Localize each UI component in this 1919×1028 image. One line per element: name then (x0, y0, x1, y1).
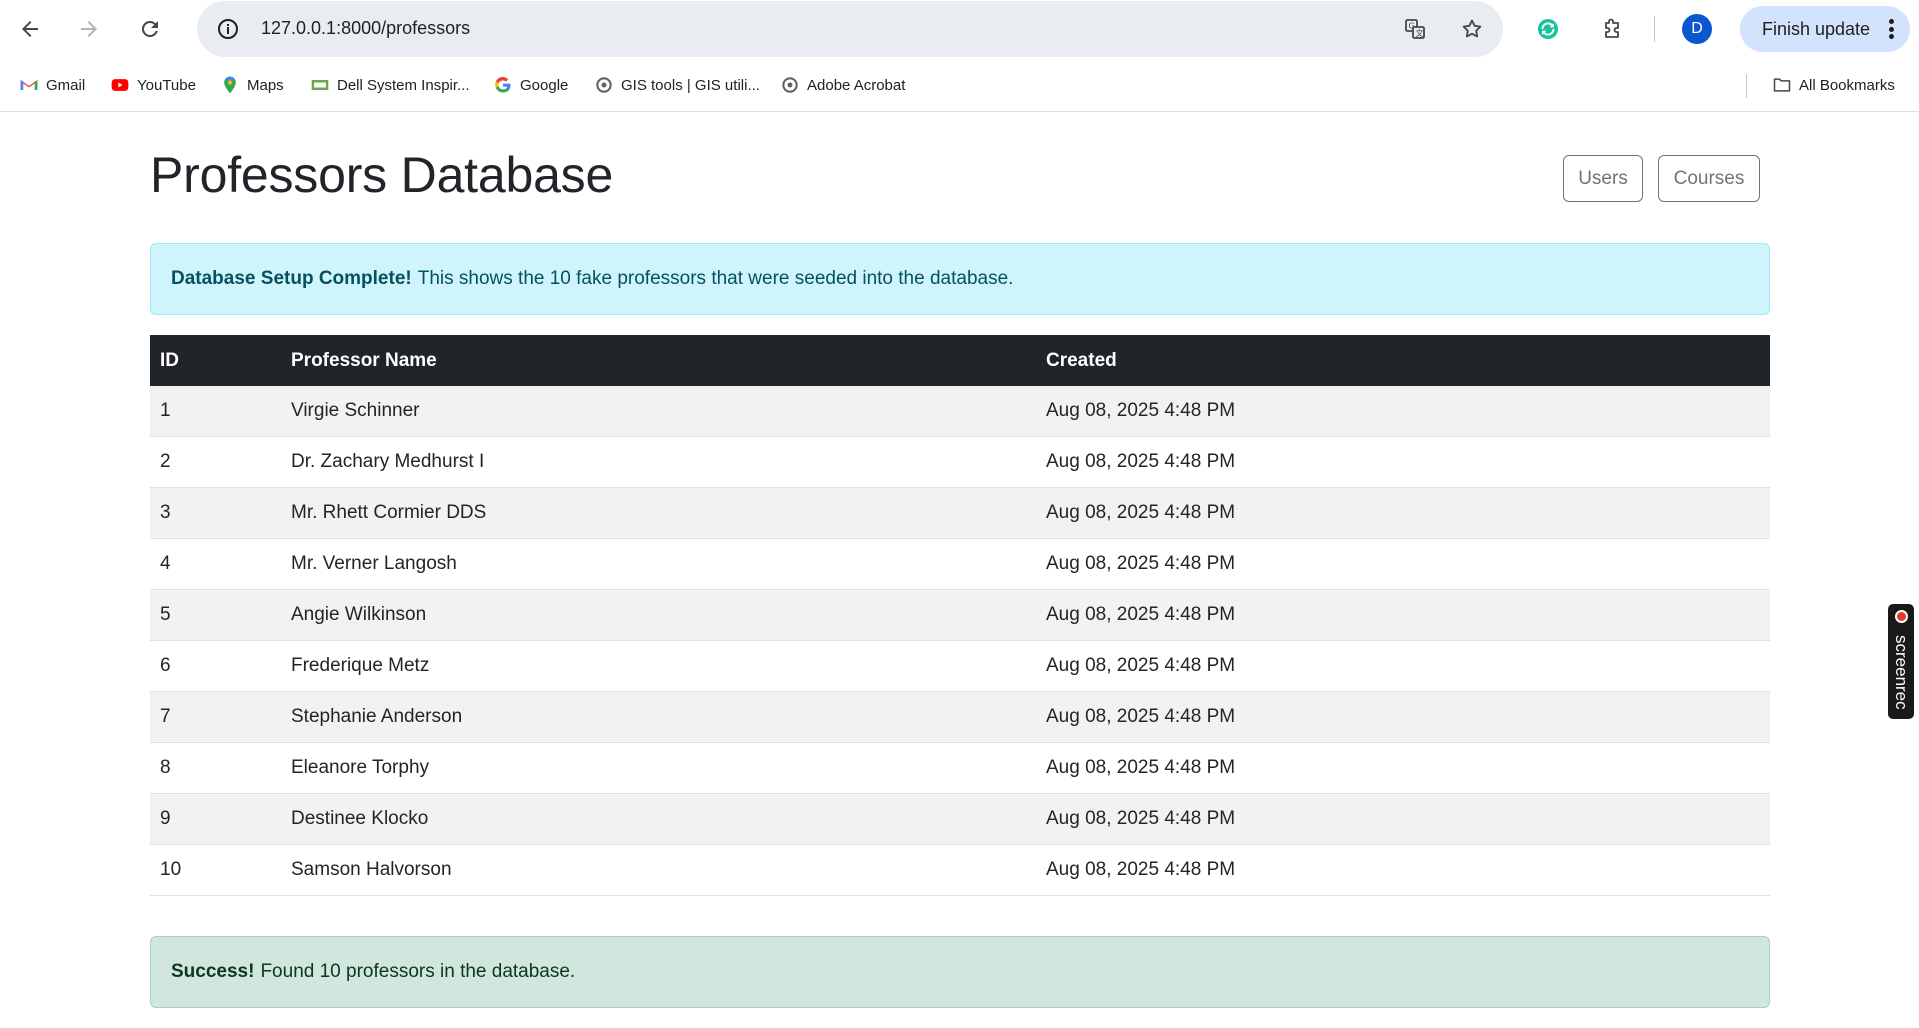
bookmark-google[interactable]: Google (493, 74, 568, 96)
cell-id: 5 (160, 604, 171, 625)
cell-created: Aug 08, 2025 4:48 PM (1046, 451, 1236, 472)
cell-name: Destinee Klocko (291, 808, 429, 829)
cell-created: Aug 08, 2025 4:48 PM (1046, 502, 1236, 523)
gmail-icon (19, 75, 39, 95)
table-row: 7 Stephanie Anderson Aug 08, 2025 4:48 P… (150, 692, 1770, 743)
cell-name: Samson Halvorson (291, 859, 452, 880)
record-icon (1895, 610, 1908, 623)
cell-created: Aug 08, 2025 4:48 PM (1046, 400, 1236, 421)
folder-icon (1772, 75, 1792, 95)
extension-sync-icon[interactable] (1533, 14, 1563, 44)
google-icon (493, 75, 513, 95)
cell-id: 7 (160, 706, 171, 727)
svg-text:G: G (1409, 22, 1415, 31)
info-alert-text: This shows the 10 fake professors that w… (417, 268, 1014, 289)
arrow-left-icon (22, 21, 38, 37)
screenrec-widget[interactable]: screenrec (1888, 604, 1914, 719)
cell-id: 8 (160, 757, 171, 778)
forward-button[interactable] (70, 10, 108, 48)
bookmarks-bar: Gmail YouTube Maps Dell System Inspir...… (0, 58, 1919, 112)
cell-id: 4 (160, 553, 171, 574)
header-id: ID (160, 349, 179, 371)
reload-icon (141, 20, 158, 37)
toolbar-divider (1654, 16, 1655, 42)
professors-table: ID Professor Name Created 1 Virgie Schin… (150, 335, 1770, 896)
finish-update-button[interactable]: Finish update (1740, 6, 1910, 52)
table-row: 5 Angie Wilkinson Aug 08, 2025 4:48 PM (150, 590, 1770, 641)
cell-created: Aug 08, 2025 4:48 PM (1046, 655, 1236, 676)
bookmarks-divider (1746, 74, 1747, 98)
cell-created: Aug 08, 2025 4:48 PM (1046, 808, 1236, 829)
cell-id: 10 (160, 859, 182, 880)
cell-name: Eleanore Torphy (291, 757, 430, 778)
bookmark-maps[interactable]: Maps (220, 74, 284, 96)
table-row: 9 Destinee Klocko Aug 08, 2025 4:48 PM (150, 794, 1770, 845)
success-alert-text: Found 10 professors in the database. (260, 961, 576, 982)
gis-icon (594, 75, 614, 95)
cell-created: Aug 08, 2025 4:48 PM (1046, 706, 1236, 727)
cell-created: Aug 08, 2025 4:48 PM (1046, 859, 1236, 880)
bookmark-gmail[interactable]: Gmail (19, 74, 85, 96)
cell-name: Stephanie Anderson (291, 706, 463, 727)
back-button[interactable] (11, 10, 49, 48)
bookmark-dell[interactable]: Dell System Inspir... (310, 74, 470, 96)
cell-created: Aug 08, 2025 4:48 PM (1046, 757, 1236, 778)
cell-id: 2 (160, 451, 171, 472)
translate-icon[interactable]: G文 (1401, 15, 1429, 43)
table-row: 3 Mr. Rhett Cormier DDS Aug 08, 2025 4:4… (150, 488, 1770, 539)
screenrec-label: screenrec (1892, 634, 1911, 710)
bookmark-youtube[interactable]: YouTube (110, 74, 196, 96)
table-row: 6 Frederique Metz Aug 08, 2025 4:48 PM (150, 641, 1770, 692)
cell-name: Mr. Verner Langosh (291, 553, 457, 574)
cell-name: Virgie Schinner (291, 400, 420, 421)
bookmark-gis-tools[interactable]: GIS tools | GIS utili... (594, 74, 760, 96)
bookmark-adobe-acrobat[interactable]: Adobe Acrobat (780, 74, 905, 96)
courses-button[interactable]: Courses (1658, 155, 1760, 202)
cell-name: Angie Wilkinson (291, 604, 427, 625)
cell-created: Aug 08, 2025 4:48 PM (1046, 553, 1236, 574)
extensions-puzzle-icon[interactable] (1597, 14, 1627, 44)
cell-name: Frederique Metz (291, 655, 430, 676)
cell-name: Mr. Rhett Cormier DDS (291, 502, 487, 523)
cell-id: 1 (160, 400, 171, 421)
dell-icon (310, 75, 330, 95)
table-header: ID Professor Name Created (150, 335, 1770, 386)
browser-toolbar: 127.0.0.1:8000/professors G文 D Finish up… (0, 0, 1919, 58)
arrow-right-icon (81, 21, 97, 37)
more-vertical-icon (1888, 19, 1894, 39)
table-row: 1 Virgie Schinner Aug 08, 2025 4:48 PM (150, 386, 1770, 437)
star-bookmark-icon[interactable] (1458, 15, 1486, 43)
svg-text:文: 文 (1416, 28, 1424, 38)
info-alert: Database Setup Complete! This shows the … (150, 243, 1770, 315)
cell-name: Dr. Zachary Medhurst I (291, 451, 485, 472)
success-alert-strong: Success! (171, 961, 255, 982)
url-text[interactable]: 127.0.0.1:8000/professors (261, 18, 470, 39)
acrobat-icon (780, 75, 800, 95)
all-bookmarks-button[interactable]: All Bookmarks (1772, 74, 1895, 96)
cell-created: Aug 08, 2025 4:48 PM (1046, 604, 1236, 625)
reload-button[interactable] (131, 10, 169, 48)
maps-icon (220, 75, 240, 95)
header-professor-name: Professor Name (291, 349, 437, 371)
table-row: 4 Mr. Verner Langosh Aug 08, 2025 4:48 P… (150, 539, 1770, 590)
address-bar[interactable]: 127.0.0.1:8000/professors G文 (197, 1, 1503, 57)
profile-avatar[interactable]: D (1682, 14, 1712, 44)
cell-id: 9 (160, 808, 171, 829)
table-row: 2 Dr. Zachary Medhurst I Aug 08, 2025 4:… (150, 437, 1770, 488)
users-button[interactable]: Users (1563, 155, 1643, 202)
header-created: Created (1046, 349, 1117, 371)
finish-update-label: Finish update (1762, 18, 1871, 39)
success-alert: Success! Found 10 professors in the data… (150, 936, 1770, 1008)
page-title: Professors Database (150, 147, 614, 203)
table-row: 8 Eleanore Torphy Aug 08, 2025 4:48 PM (150, 743, 1770, 794)
cell-id: 6 (160, 655, 171, 676)
site-info-icon[interactable] (214, 15, 242, 43)
info-alert-strong: Database Setup Complete! (171, 268, 412, 289)
cell-id: 3 (160, 502, 171, 523)
youtube-icon (110, 75, 130, 95)
table-row: 10 Samson Halvorson Aug 08, 2025 4:48 PM (150, 845, 1770, 896)
